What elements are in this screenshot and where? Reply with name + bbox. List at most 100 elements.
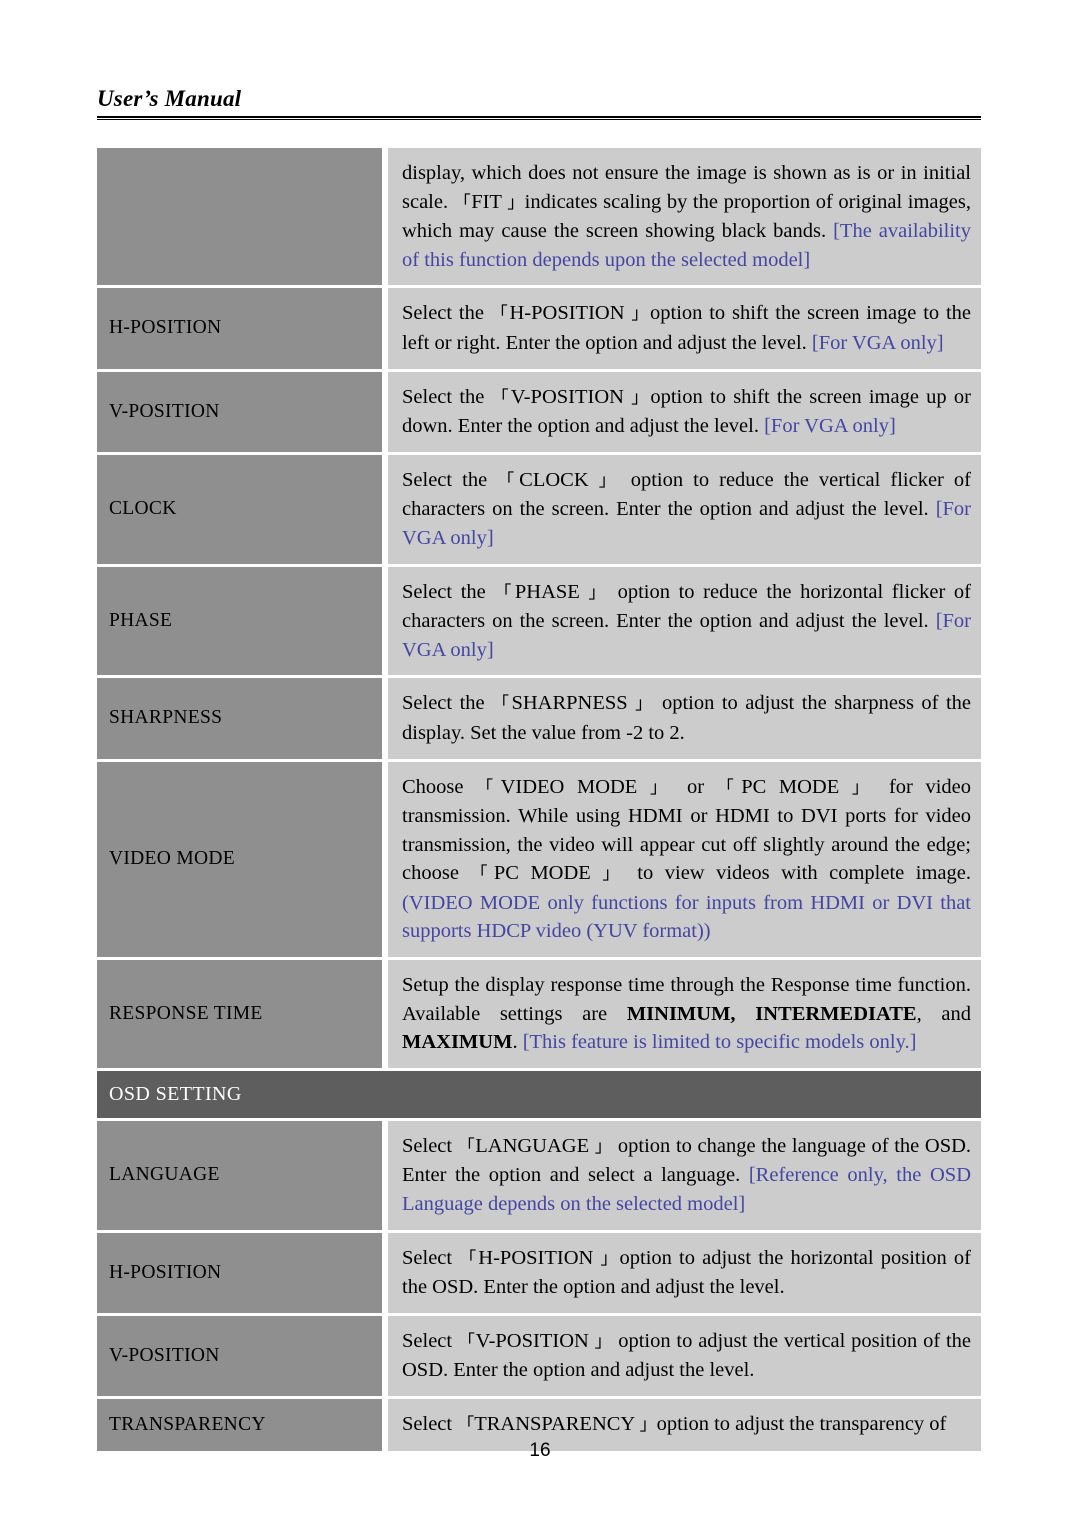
description-segment: SHARPNESS [511, 692, 636, 715]
table-row: SHARPNESS Select the 「SHARPNESS 」 option … [97, 678, 981, 759]
description-segment: 」 [851, 777, 877, 798]
page-number: 16 [529, 1440, 551, 1461]
description-segment: 」 [594, 1136, 613, 1157]
description-segment: 「 [716, 777, 742, 798]
table-row: display, which does not ensure the image… [97, 148, 981, 286]
setting-name-cell [97, 148, 382, 286]
description-segment: 「 [459, 1248, 479, 1269]
setting-description-cell: Select 「H-POSITION 」option to adjust the… [388, 1232, 981, 1313]
description-segment: Select [402, 1134, 458, 1157]
description-segment: PHASE [514, 580, 589, 603]
description-segment: MAXIMUM [402, 1031, 513, 1054]
description-segment: 「 [490, 304, 510, 325]
setting-name-cell: SHARPNESS [97, 678, 382, 759]
setting-description-cell: Select the 「CLOCK 」 option to reduce the… [388, 454, 981, 564]
description-segment: PC MODE [493, 862, 603, 885]
setting-name-cell: LANGUAGE [97, 1120, 382, 1230]
page-title: User’s Manual [97, 86, 242, 111]
description-segment [736, 1003, 756, 1025]
description-segment: , and [916, 1002, 971, 1025]
table-row: H-POSITION Select the 「H-POSITION 」option… [97, 288, 981, 369]
setting-name-cell: VIDEO MODE [97, 761, 382, 958]
description-segment: MINIMUM, [626, 1002, 736, 1025]
description-segment: TRANSPARENCY [474, 1413, 640, 1435]
page-header: User’s Manual [97, 86, 981, 121]
table-row: V-POSITION Select 「V-POSITION 」 option to… [97, 1315, 981, 1396]
table-body-osd: LANGUAGE Select 「LANGUAGE 」 option to cha… [97, 1120, 981, 1451]
table-row: H-POSITION Select 「H-POSITION 」option to … [97, 1232, 981, 1313]
table-body-main: display, which does not ensure the image… [97, 148, 981, 1068]
description-segment: Select [402, 1413, 458, 1435]
description-segment: 「 [491, 387, 511, 408]
description-segment: 」 [635, 694, 655, 715]
setting-description-cell: Select the 「H-POSITION 」option to shift … [388, 288, 981, 369]
description-segment: 」 [507, 192, 525, 213]
setting-description-cell: Select the 「SHARPNESS 」 option to adjust… [388, 678, 981, 759]
setting-name-cell: H-POSITION [97, 1232, 382, 1313]
header-divider [97, 116, 981, 121]
setting-description-cell: Select 「LANGUAGE 」 option to change the … [388, 1120, 981, 1230]
setting-description-cell: Choose 「VIDEO MODE 」 or 「PC MODE 」 for v… [388, 761, 981, 958]
description-segment: 「 [497, 470, 520, 491]
description-segment: Select [402, 1329, 458, 1352]
description-segment: [For VGA only] [811, 331, 944, 354]
description-segment: or [674, 775, 717, 798]
description-segment: 」 [631, 387, 651, 408]
table-row: LANGUAGE Select 「LANGUAGE 」 option to cha… [97, 1120, 981, 1230]
manual-page: User’s Manual display, which does not en… [0, 0, 1080, 1528]
table-row: RESPONSE TIME Setup the display response … [97, 960, 981, 1068]
setting-name-cell: PHASE [97, 566, 382, 676]
description-segment: Choose [402, 775, 477, 798]
description-segment: Select the [402, 385, 492, 408]
description-segment: 「 [457, 1136, 476, 1157]
setting-description-cell: Select the 「V-POSITION 」option to shift … [388, 371, 981, 452]
description-segment: 」 [598, 470, 621, 491]
description-segment: Select the [402, 468, 498, 491]
description-segment: 」 [588, 582, 609, 603]
setting-description-cell: Select 「V-POSITION 」 option to adjust th… [388, 1315, 981, 1396]
table-row: VIDEO MODE Choose 「VIDEO MODE 」 or 「PC MO… [97, 761, 981, 958]
section-header-osd-setting: OSD SETTING [97, 1070, 981, 1118]
table-row: PHASE Select the 「PHASE 」 option to reduc… [97, 566, 981, 676]
description-segment: 」 [639, 1415, 657, 1435]
setting-name-cell: H-POSITION [97, 288, 382, 369]
setting-description-cell: Select the 「PHASE 」 option to reduce the… [388, 566, 981, 676]
description-segment: PC MODE [741, 775, 852, 798]
description-segment: Select the [402, 692, 493, 715]
description-segment: Select the [402, 302, 491, 325]
description-segment: (VIDEO MODE only functions for inputs fr… [402, 891, 971, 943]
setting-name-cell: V-POSITION [97, 371, 382, 452]
description-segment: 」 [600, 1248, 620, 1269]
description-segment: VIDEO MODE [500, 775, 650, 798]
description-segment: . [512, 1031, 523, 1054]
setting-name-cell: V-POSITION [97, 1315, 382, 1396]
description-segment: [For VGA only] [764, 415, 896, 438]
table-row: V-POSITION Select the 「V-POSITION 」option… [97, 371, 981, 452]
setting-description-cell: display, which does not ensure the image… [388, 148, 981, 286]
description-segment: [This feature is limited to specific mod… [522, 1031, 917, 1054]
description-segment: 「 [494, 582, 515, 603]
description-segment: option to adjust the transparency of [656, 1413, 947, 1435]
description-segment: 「 [453, 192, 472, 213]
description-segment: H-POSITION [509, 302, 632, 325]
description-segment: Select the [402, 580, 495, 603]
description-segment: 」 [602, 864, 626, 885]
setting-description-cell: Setup the display response time through … [388, 960, 981, 1068]
table-row: CLOCK Select the 「CLOCK 」 option to reduc… [97, 454, 981, 564]
description-segment: Select [402, 1246, 460, 1269]
setting-name-cell: RESPONSE TIME [97, 960, 382, 1068]
description-segment: 」 [631, 304, 651, 325]
setting-name-cell: CLOCK [97, 454, 382, 564]
settings-table: display, which does not ensure the image… [97, 148, 981, 1454]
description-segment: 」 [594, 1331, 613, 1352]
description-segment: H-POSITION [478, 1246, 601, 1269]
description-segment: CLOCK [519, 468, 599, 491]
description-segment: FIT [471, 190, 508, 213]
description-segment: 「 [492, 694, 512, 715]
description-segment: 「 [470, 864, 494, 885]
description-segment: V-POSITION [510, 385, 632, 408]
description-segment: V-POSITION [475, 1329, 595, 1352]
description-segment: 「 [457, 1415, 475, 1435]
description-segment: 「 [476, 777, 501, 798]
description-segment: LANGUAGE [475, 1134, 595, 1157]
